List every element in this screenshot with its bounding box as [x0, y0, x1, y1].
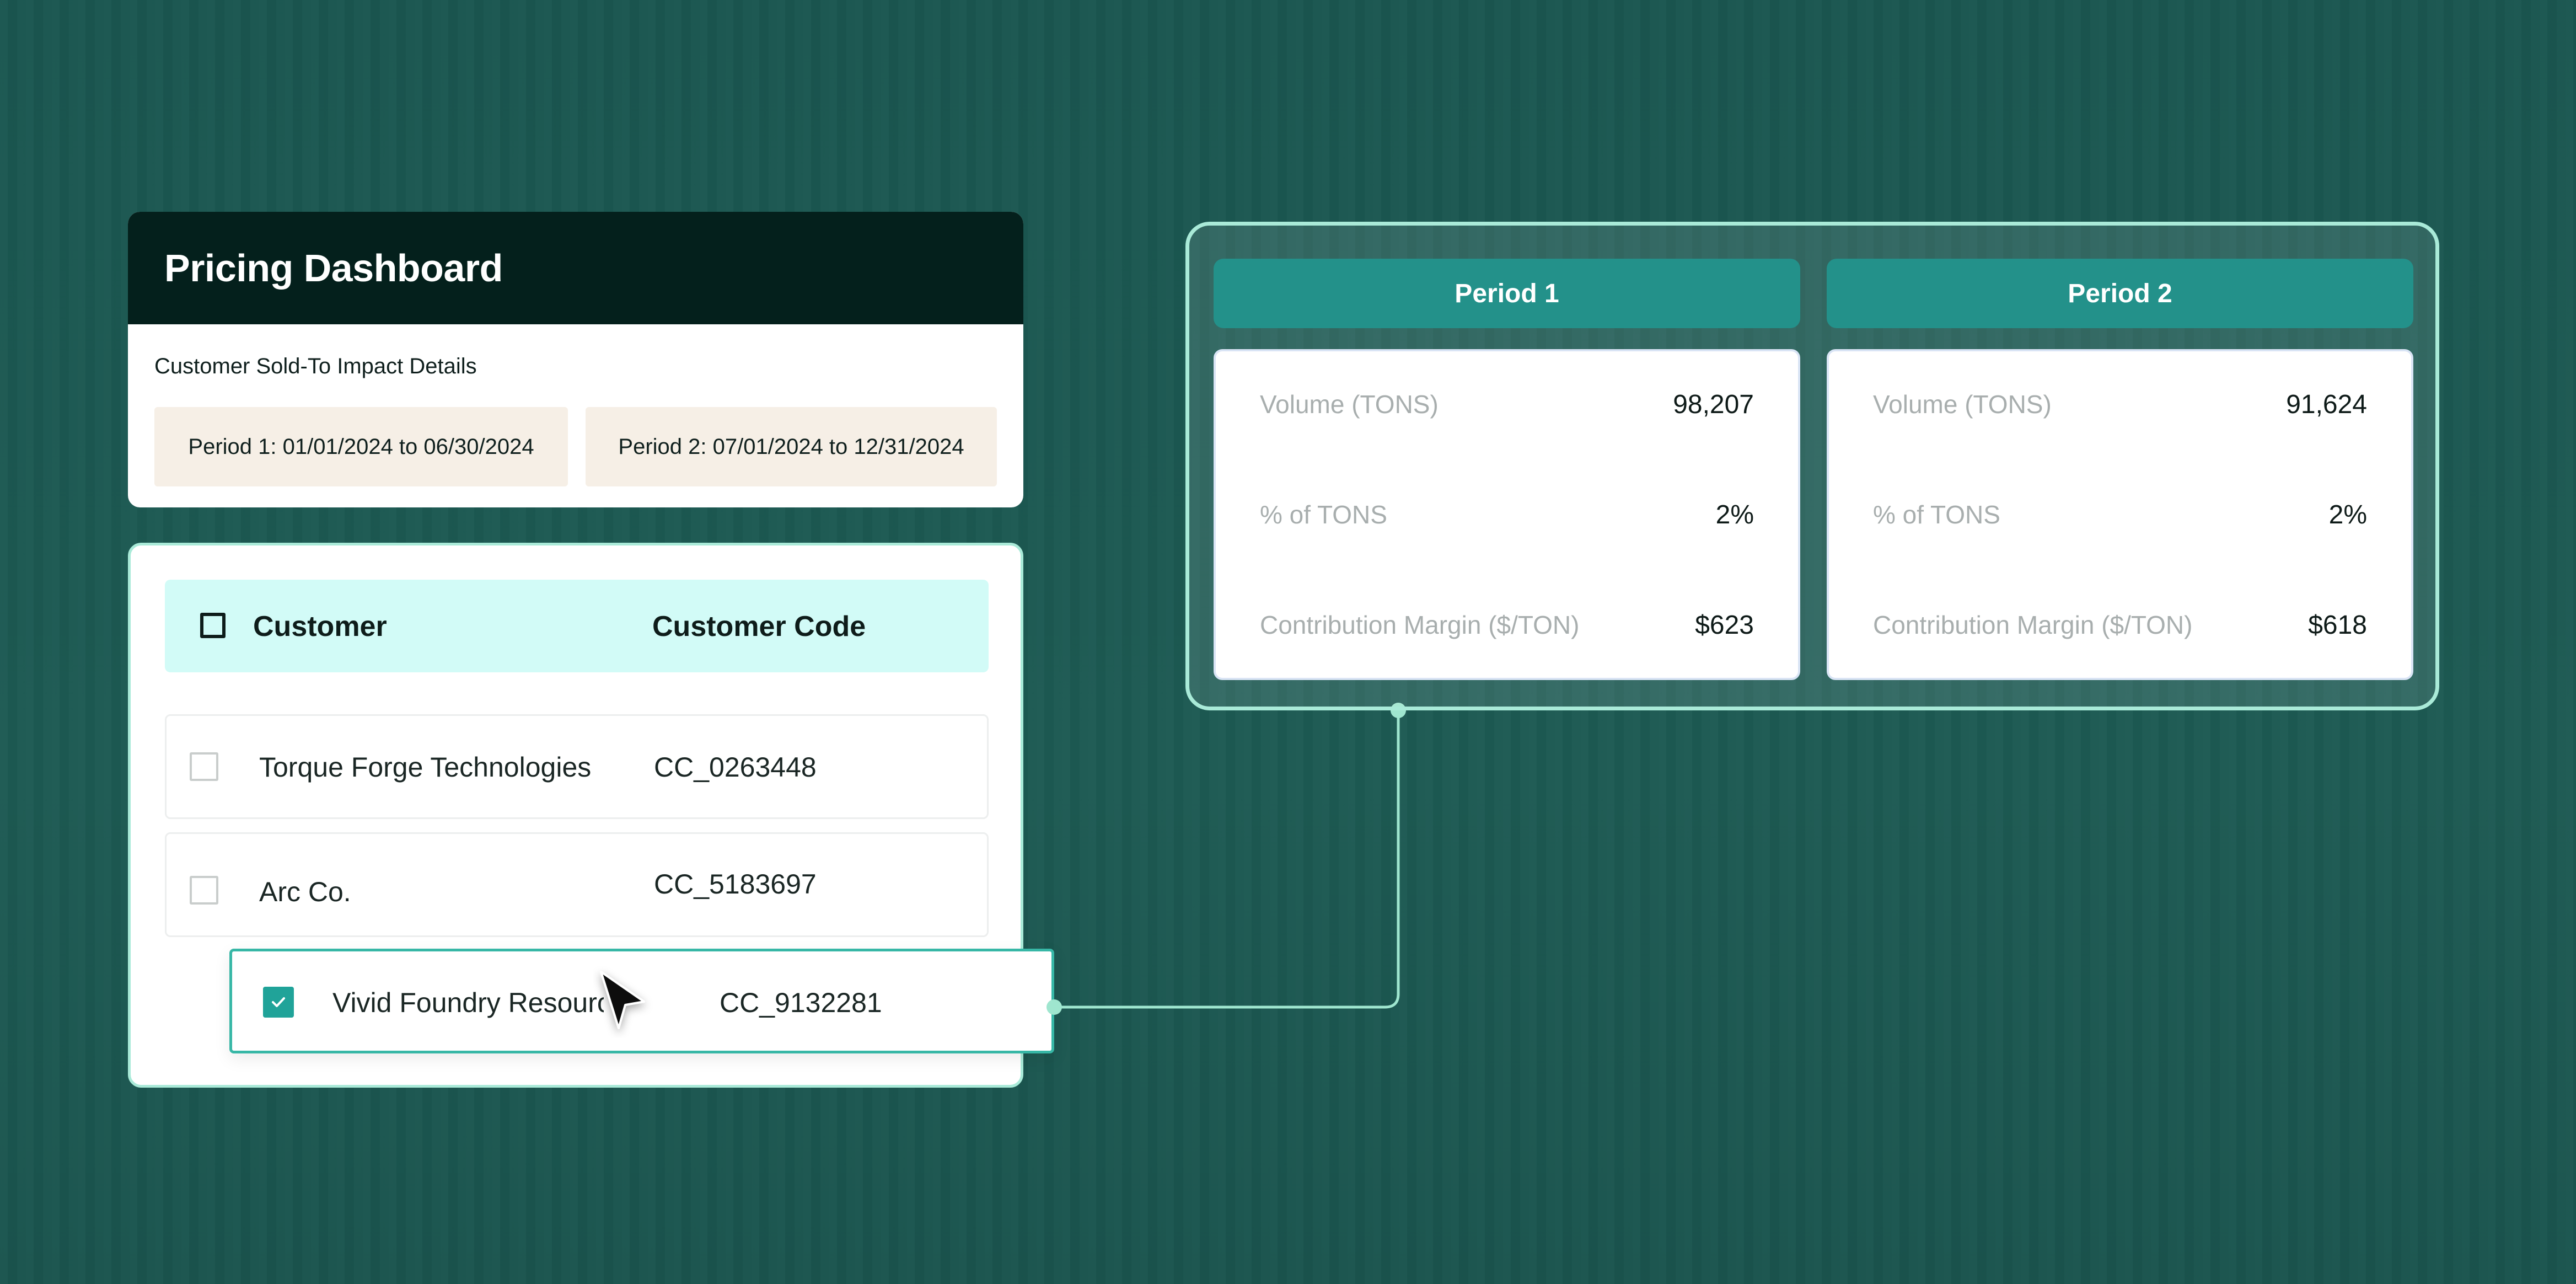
metric-label: Contribution Margin ($/TON): [1873, 611, 2193, 639]
metric-value: 2%: [2328, 500, 2367, 529]
column-header-customer-code[interactable]: Customer Code: [652, 610, 866, 643]
metric-value: 98,207: [1673, 389, 1754, 419]
pricing-dashboard-card: Pricing Dashboard Customer Sold-To Impac…: [128, 212, 1023, 507]
customer-code: CC_0263448: [654, 752, 817, 783]
metric-value: $618: [2308, 610, 2367, 640]
column-header-customer[interactable]: Customer: [253, 610, 387, 643]
period-2-metrics: Volume (TONS) 91,624 % of TONS 2% Contri…: [1827, 349, 2413, 680]
metric-value: $623: [1695, 610, 1754, 640]
customer-code: CC_9132281: [720, 987, 882, 1018]
metric-label: Volume (TONS): [1260, 390, 1439, 419]
period-1-range[interactable]: Period 1: 01/01/2024 to 06/30/2024: [154, 407, 568, 486]
metric-value: 2%: [1715, 500, 1754, 529]
customer-name: Arc Co.: [259, 876, 351, 907]
dashboard-title: Pricing Dashboard: [164, 247, 503, 290]
table-row[interactable]: Arc Co. CC_5183697: [165, 832, 989, 937]
row-checkbox-checked[interactable]: [263, 987, 294, 1018]
row-checkbox[interactable]: [190, 876, 218, 905]
metric-label: Contribution Margin ($/TON): [1260, 611, 1580, 639]
tab-period-2[interactable]: Period 2: [1827, 259, 2413, 328]
customer-name: Torque Forge Technologies: [259, 752, 592, 783]
period-1-range-label: Period 1: 01/01/2024 to 06/30/2024: [188, 434, 534, 459]
tab-period-1-label: Period 1: [1455, 279, 1559, 308]
tab-period-1[interactable]: Period 1: [1214, 259, 1800, 328]
period-2-range-label: Period 2: 07/01/2024 to 12/31/2024: [618, 434, 964, 459]
metric-label: % of TONS: [1873, 500, 2000, 529]
metric-label: Volume (TONS): [1873, 390, 2052, 419]
period-comparison-panel: Period 1 Period 2 Volume (TONS) 98,207 %…: [1185, 222, 2439, 710]
dashboard-header: Pricing Dashboard: [128, 212, 1023, 324]
table-header: Customer Customer Code: [165, 580, 989, 672]
metric-volume: Volume (TONS) 98,207: [1260, 388, 1754, 421]
checkmark-icon: [272, 997, 285, 1007]
period-2-range[interactable]: Period 2: 07/01/2024 to 12/31/2024: [586, 407, 997, 486]
metric-contribution-margin: Contribution Margin ($/TON) $623: [1260, 608, 1754, 641]
metric-volume: Volume (TONS) 91,624: [1873, 388, 2367, 421]
dashboard-subtitle: Customer Sold-To Impact Details: [154, 354, 477, 378]
metric-value: 91,624: [2286, 389, 2367, 419]
metric-contribution-margin: Contribution Margin ($/TON) $618: [1873, 608, 2367, 641]
row-checkbox[interactable]: [190, 752, 218, 781]
table-row[interactable]: Torque Forge Technologies CC_0263448: [165, 714, 989, 819]
customer-name: Vivid Foundry Resources: [332, 987, 604, 1018]
metric-label: % of TONS: [1260, 500, 1387, 529]
customer-code: CC_5183697: [654, 869, 817, 900]
mouse-pointer-icon: [600, 971, 645, 1029]
tab-period-2-label: Period 2: [2068, 279, 2172, 308]
metric-percent-tons: % of TONS 2%: [1873, 498, 2367, 531]
select-all-checkbox[interactable]: [200, 613, 226, 638]
period-1-metrics: Volume (TONS) 98,207 % of TONS 2% Contri…: [1214, 349, 1800, 680]
metric-percent-tons: % of TONS 2%: [1260, 498, 1754, 531]
